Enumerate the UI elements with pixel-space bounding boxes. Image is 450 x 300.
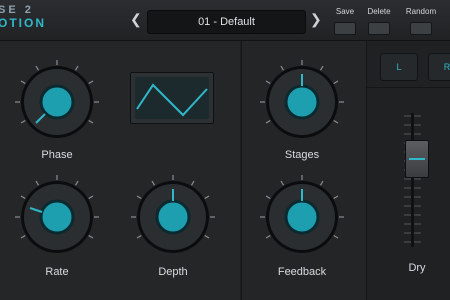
- rate-label: Rate: [45, 266, 69, 278]
- stages-knob-graphic: [260, 60, 344, 138]
- lfo-screen: [135, 77, 209, 119]
- dry-label: Dry: [408, 262, 426, 274]
- channel-right-button[interactable]: R: [428, 53, 450, 81]
- fader-indicator: [409, 158, 425, 160]
- phase-knob[interactable]: [12, 57, 102, 147]
- depth-label: Depth: [158, 266, 188, 278]
- preset-display[interactable]: 01 - Default: [147, 10, 306, 34]
- save-button-box[interactable]: [334, 22, 356, 35]
- feedback-label: Feedback: [277, 266, 327, 278]
- delete-button[interactable]: Delete: [364, 7, 394, 35]
- random-button[interactable]: Random: [403, 7, 439, 35]
- top-bar: SE 2 OTION ❮ 01 - Default ❯ Save Delete …: [0, 0, 450, 41]
- depth-knob-graphic: [131, 175, 215, 253]
- chevron-left-icon[interactable]: ❮: [130, 11, 142, 28]
- save-label: Save: [335, 7, 355, 16]
- random-button-box[interactable]: [410, 22, 432, 35]
- product-logo: SE 2 OTION: [0, 4, 56, 30]
- output-divider: [366, 87, 450, 88]
- stages-label: Stages: [284, 149, 320, 161]
- phase-knob-graphic: [15, 60, 99, 138]
- rate-knob[interactable]: [12, 172, 102, 262]
- dry-fader-handle[interactable]: [405, 140, 429, 178]
- delete-label: Delete: [367, 7, 391, 16]
- feedback-knob[interactable]: [257, 172, 347, 262]
- logo-line2: OTION: [0, 16, 46, 30]
- dry-fader-track[interactable]: [411, 113, 414, 247]
- save-button[interactable]: Save: [330, 7, 360, 35]
- phase-label: Phase: [41, 149, 73, 161]
- random-label: Random: [405, 7, 437, 16]
- channel-left-button[interactable]: L: [380, 53, 418, 81]
- depth-knob[interactable]: [128, 172, 218, 262]
- stages-knob[interactable]: [257, 57, 347, 147]
- delete-button-box[interactable]: [368, 22, 390, 35]
- triangle-wave-icon: [136, 83, 208, 117]
- rate-knob-graphic: [15, 175, 99, 253]
- lfo-waveform-display: [130, 72, 214, 124]
- feedback-knob-graphic: [260, 175, 344, 253]
- chevron-right-icon[interactable]: ❯: [310, 11, 322, 28]
